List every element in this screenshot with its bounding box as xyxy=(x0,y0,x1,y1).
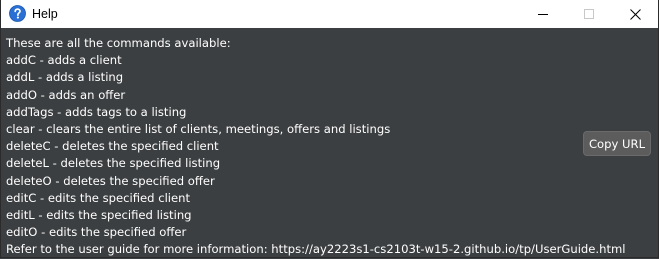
help-line-clear: clear - clears the entire list of client… xyxy=(6,122,391,137)
help-line-addc: addC - adds a client xyxy=(6,53,122,68)
close-button[interactable] xyxy=(612,0,658,28)
help-line-user-guide: Refer to the user guide for more informa… xyxy=(6,242,626,257)
help-message: These are all the commands available: ad… xyxy=(6,35,626,259)
help-window: Help These are all the commands availabl… xyxy=(0,0,659,258)
maximize-button[interactable] xyxy=(566,0,612,28)
window-title: Help xyxy=(32,7,58,21)
help-line-deletel: deleteL - deletes the specified listing xyxy=(6,156,221,171)
help-question-icon xyxy=(9,5,26,22)
help-line-edito: editO - edits the specified offer xyxy=(6,225,187,240)
help-line-addo: addO - adds an offer xyxy=(6,87,126,102)
copy-url-button[interactable]: Copy URL xyxy=(583,131,651,156)
help-line-editl: editL - edits the specified listing xyxy=(6,208,192,223)
minimize-icon xyxy=(538,9,548,19)
help-line-addtags: addTags - adds tags to a listing xyxy=(6,104,187,119)
help-line-addl: addL - adds a listing xyxy=(6,70,124,85)
title-bar[interactable]: Help xyxy=(1,0,658,28)
maximize-icon xyxy=(584,9,594,19)
close-icon xyxy=(629,8,641,20)
help-line-intro: These are all the commands available: xyxy=(6,36,231,50)
help-line-deletec: deleteC - deletes the specified client xyxy=(6,139,219,154)
help-line-deleteo: deleteO - deletes the specified offer xyxy=(6,173,215,188)
help-line-editc: editC - edits the specified client xyxy=(6,190,191,205)
minimize-button[interactable] xyxy=(520,0,566,28)
